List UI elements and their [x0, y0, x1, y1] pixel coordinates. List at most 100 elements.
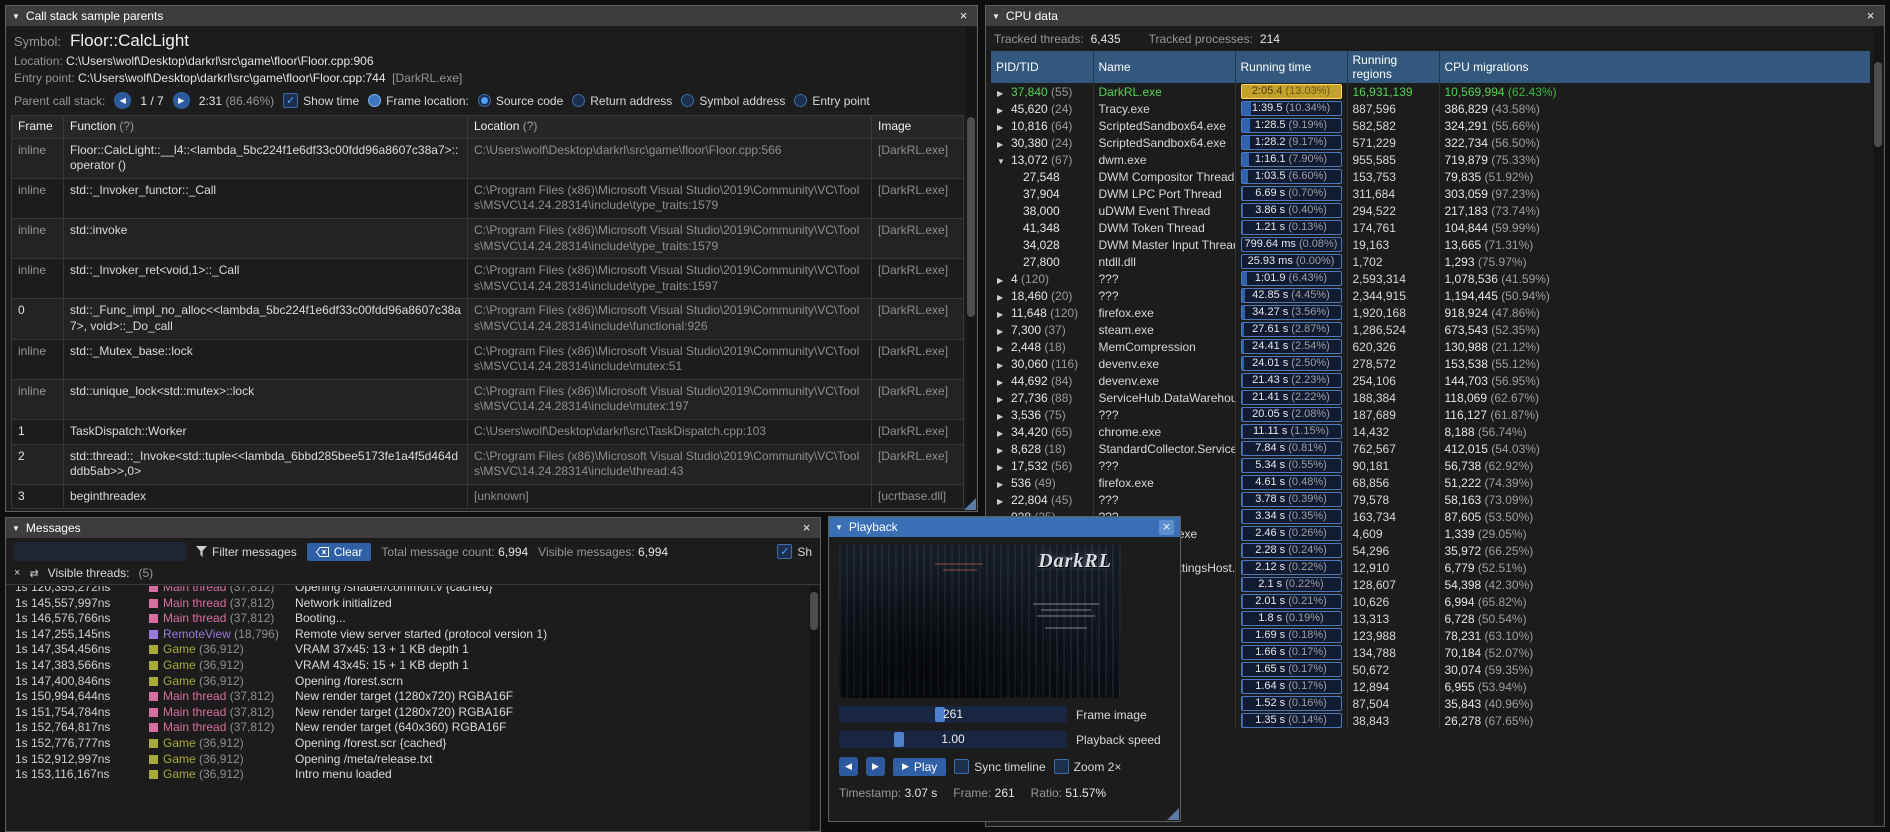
- callstack-row[interactable]: inline std::unique_lock<std::mutex>::lock…: [11, 378, 964, 420]
- message-row[interactable]: 1s 147,400,846ns Game (36,912) Opening /fo…: [7, 674, 808, 690]
- radio-source-code[interactable]: [477, 94, 491, 107]
- play-button[interactable]: ▶ Play: [893, 757, 947, 776]
- clear-button[interactable]: Clear: [306, 542, 372, 561]
- step-forward-button[interactable]: ▶: [866, 757, 885, 776]
- expand-icon[interactable]: ▶: [997, 89, 1011, 98]
- expand-icon[interactable]: ▶: [997, 327, 1011, 336]
- message-row[interactable]: 1s 147,383,566ns Game (36,912) VRAM 43x45:…: [7, 658, 808, 674]
- step-back-button[interactable]: ◀: [839, 757, 858, 776]
- cpu-row[interactable]: 34,028 DWM Master Input Thread 799.64 ms (…: [991, 236, 1870, 253]
- callstack-row[interactable]: inline std::_Mutex_base::lock C:\Program F…: [11, 338, 964, 380]
- frame-slider[interactable]: 261: [839, 706, 1067, 723]
- close-icon[interactable]: ×: [1159, 519, 1174, 535]
- message-row[interactable]: 1s 120,355,272ns Main thread (37,812) Open…: [7, 586, 808, 596]
- column-header-cpu-migrations[interactable]: CPU migrations: [1439, 51, 1870, 83]
- cpu-row[interactable]: ▶ 34,420 (65) chrome.exe 11.11 s (1.15%) 14,…: [991, 423, 1870, 440]
- cpu-row[interactable]: 41,348 DWM Token Thread 1.21 s (0.13%) 174,…: [991, 219, 1870, 236]
- expand-icon[interactable]: ▶: [997, 361, 1011, 370]
- expand-icon[interactable]: ▶: [997, 344, 1011, 353]
- message-row[interactable]: 1s 147,255,145ns RemoteView (18,796) Remot…: [7, 627, 808, 643]
- cpu-row[interactable]: ▶ 45,620 (24) Tracy.exe 1:39.5 (10.34%) 887,…: [991, 100, 1870, 117]
- cpu-row[interactable]: ▶ 536 (49) firefox.exe 4.61 s (0.48%) 68,856…: [991, 474, 1870, 491]
- cpu-row[interactable]: ▶ 7,300 (37) steam.exe 27.61 s (2.87%) 1,286…: [991, 321, 1870, 338]
- cpu-row[interactable]: 27,548 DWM Compositor Thread 1:03.5 (6.60%…: [991, 168, 1870, 185]
- partial-checkbox[interactable]: ✓: [777, 544, 793, 559]
- cpu-row[interactable]: ▶ 3,536 (75)??? 20.05 s (2.08%) 187,689 116,…: [991, 406, 1870, 423]
- cpu-row[interactable]: ▶ 27,736 (88) ServiceHub.DataWarehouse 21.4…: [991, 389, 1870, 406]
- deselect-threads-icon[interactable]: ×: [14, 567, 20, 579]
- callstack-titlebar[interactable]: ▼ Call stack sample parents ×: [6, 6, 977, 26]
- cpu-row[interactable]: ▶ 2,448 (18) MemCompression 24.41 s (2.54%)…: [991, 338, 1870, 355]
- expand-icon[interactable]: ▶: [997, 429, 1011, 438]
- collapse-icon[interactable]: ▼: [835, 523, 843, 532]
- cpu-row[interactable]: ▶ 22,804 (45)??? 3.78 s (0.39%) 79,578 58,16…: [991, 491, 1870, 508]
- callstack-row[interactable]: 2 std::thread::_Invoke<std::tuple<<lambda…: [11, 443, 964, 485]
- swap-threads-icon[interactable]: ⇄: [29, 567, 38, 580]
- expand-icon[interactable]: ▶: [997, 310, 1011, 319]
- cpu-row[interactable]: 27,800 ntdll.dll 25.93 ms (0.00%) 1,702 1,29…: [991, 253, 1870, 270]
- expand-icon[interactable]: ▶: [997, 293, 1011, 302]
- scrollbar-thumb[interactable]: [810, 592, 818, 630]
- collapse-icon[interactable]: ▼: [992, 12, 1000, 21]
- expand-icon[interactable]: ▶: [997, 497, 1011, 506]
- column-header-running-time[interactable]: Running time: [1235, 51, 1348, 83]
- close-icon[interactable]: ×: [956, 8, 971, 24]
- cpu-row[interactable]: ▶ 17,532 (56)??? 5.34 s (0.55%) 90,181 56,73…: [991, 457, 1870, 474]
- message-row[interactable]: 1s 150,994,644ns Main thread (37,812) New …: [7, 689, 808, 705]
- scrollbar-thumb[interactable]: [967, 117, 975, 317]
- cpu-row[interactable]: ▶ 37,840 (55) DarkRL.exe 2:05.4 (13.03%) 16,…: [991, 83, 1870, 100]
- expand-icon[interactable]: ▶: [997, 106, 1011, 115]
- prev-parent-button[interactable]: ◀: [114, 92, 132, 109]
- zoom-2x-checkbox[interactable]: ✓: [1053, 759, 1069, 774]
- column-header-pid-tid[interactable]: PID/TID: [991, 51, 1094, 83]
- cpu-row[interactable]: ▶ 10,816 (64) ScriptedSandbox64.exe 1:28.5 …: [991, 117, 1870, 134]
- callstack-row[interactable]: 0 std::_Func_impl_no_alloc<<lambda_5bc224…: [11, 298, 964, 340]
- cpu-row[interactable]: 37,904 DWM LPC Port Thread 6.69 s (0.70%) 3…: [991, 185, 1870, 202]
- message-row[interactable]: 1s 146,576,766ns Main thread (37,812) Boot…: [7, 611, 808, 627]
- message-row[interactable]: 1s 152,764,817ns Main thread (37,812) New …: [7, 720, 808, 736]
- close-icon[interactable]: ×: [1863, 8, 1878, 24]
- resize-grip[interactable]: [964, 498, 976, 510]
- cpu-titlebar[interactable]: ▼ CPU data ×: [986, 6, 1884, 26]
- callstack-row[interactable]: 1 TaskDispatch::Worker C:\Users\wolf\Deskt…: [11, 418, 964, 445]
- scrollbar-thumb[interactable]: [1874, 62, 1882, 147]
- column-header-name[interactable]: Name: [1093, 51, 1236, 83]
- cpu-scrollbar[interactable]: [1873, 27, 1883, 825]
- cpu-row[interactable]: ▶ 8,628 (18) StandardCollector.Service.e 7.…: [991, 440, 1870, 457]
- filter-input[interactable]: [14, 542, 186, 561]
- message-row[interactable]: 1s 151,754,784ns Main thread (37,812) New …: [7, 705, 808, 721]
- expand-icon[interactable]: ▶: [997, 446, 1011, 455]
- collapse-icon[interactable]: ▼: [12, 524, 20, 533]
- cpu-row[interactable]: ▶ 30,060 (116) devenv.exe 24.01 s (2.50%) 27…: [991, 355, 1870, 372]
- collapse-icon[interactable]: ▼: [12, 12, 20, 21]
- sync-timeline-checkbox[interactable]: ✓: [954, 759, 970, 774]
- cpu-row[interactable]: ▼ 13,072 (67) dwm.exe 1:16.1 (7.90%) 955,585…: [991, 151, 1870, 168]
- close-icon[interactable]: ×: [799, 520, 814, 536]
- cpu-row[interactable]: ▶ 18,460 (20)??? 42.85 s (4.45%) 2,344,915 1…: [991, 287, 1870, 304]
- messages-titlebar[interactable]: ▼ Messages ×: [6, 518, 820, 538]
- expand-icon[interactable]: ▶: [997, 412, 1011, 421]
- message-row[interactable]: 1s 145,557,997ns Main thread (37,812) Netw…: [7, 596, 808, 612]
- message-row[interactable]: 1s 152,776,777ns Game (36,912) Opening /fo…: [7, 736, 808, 752]
- expand-icon[interactable]: ▶: [997, 123, 1011, 132]
- callstack-row[interactable]: inline std::_Invoker_functor::_Call C:\Pro…: [11, 177, 964, 219]
- next-parent-button[interactable]: ▶: [172, 92, 190, 109]
- messages-scrollbar[interactable]: [809, 586, 819, 830]
- radio-entry-point[interactable]: [794, 94, 808, 107]
- collapse-icon[interactable]: ▼: [997, 157, 1011, 166]
- expand-icon[interactable]: ▶: [997, 395, 1011, 404]
- radio-return-address[interactable]: [572, 94, 586, 107]
- playback-titlebar[interactable]: ▼ Playback ×: [829, 517, 1180, 537]
- callstack-row[interactable]: inline std::_Invoker_ret<void,1>::_Call C:…: [11, 258, 964, 300]
- speed-slider[interactable]: 1.00: [839, 731, 1067, 748]
- callstack-row[interactable]: 3 beginthreadex [unknown] [ucrtbase.dll]: [11, 483, 964, 510]
- cpu-row[interactable]: ▶ 44,692 (84) devenv.exe 21.43 s (2.23%) 254…: [991, 372, 1870, 389]
- message-row[interactable]: 1s 147,354,456ns Game (36,912) VRAM 37x45:…: [7, 642, 808, 658]
- show-time-checkbox[interactable]: ✓: [283, 93, 299, 108]
- expand-icon[interactable]: ▶: [997, 378, 1011, 387]
- cpu-row[interactable]: 38,000 uDWM Event Thread 3.86 s (0.40%) 294…: [991, 202, 1870, 219]
- expand-icon[interactable]: ▶: [997, 463, 1011, 472]
- resize-grip[interactable]: [1167, 808, 1179, 820]
- message-row[interactable]: 1s 152,912,997ns Game (36,912) Opening /me…: [7, 752, 808, 768]
- radio-symbol-address[interactable]: [681, 94, 695, 107]
